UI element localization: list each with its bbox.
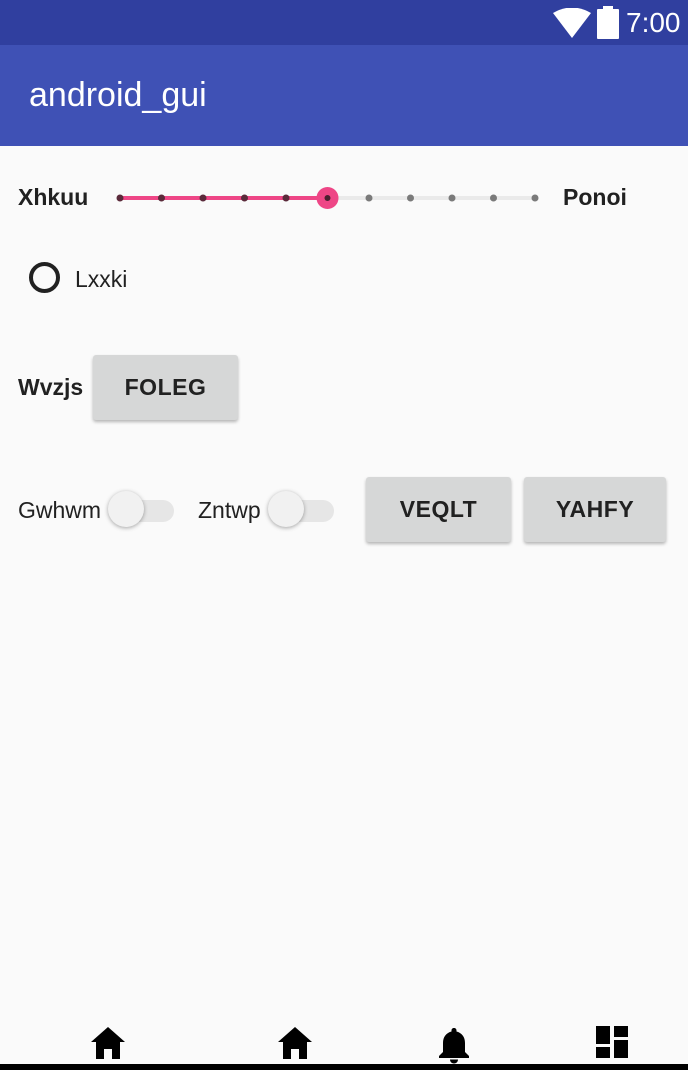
- switch2-thumb: [268, 491, 304, 527]
- seekbar-tick: [199, 194, 207, 202]
- radio-button[interactable]: [29, 262, 60, 293]
- seekbar-right-label: Ponoi: [563, 184, 627, 210]
- seekbar-tick: [448, 194, 456, 202]
- seekbar-tick: [365, 194, 373, 202]
- battery-icon: [597, 6, 619, 39]
- veqlt-button[interactable]: VEQLT: [366, 477, 511, 542]
- button-row-label: Wvzjs: [18, 374, 84, 400]
- seekbar-left-label: Xhkuu: [18, 184, 89, 210]
- dashboard-icon[interactable]: [596, 1026, 628, 1058]
- wifi-icon: [553, 8, 591, 38]
- seekbar-tick: [407, 194, 414, 202]
- switch2-label: Zntwp: [198, 497, 261, 523]
- screen: 7:00 android_gui Xhkuu Ponoi Lxxki Wvzjs…: [0, 0, 688, 1070]
- switch2-toggle[interactable]: [268, 489, 336, 529]
- switch1-toggle[interactable]: [108, 489, 176, 529]
- status-bar: 7:00: [0, 0, 688, 45]
- app-title: android_gui: [29, 76, 207, 114]
- switch1-label: Gwhwm: [18, 497, 102, 523]
- radio-label[interactable]: Lxxki: [75, 265, 127, 293]
- seekbar-tick: [241, 194, 248, 202]
- seekbar-tick: [158, 194, 165, 202]
- home-icon[interactable]: [90, 1026, 126, 1060]
- discrete-seekbar[interactable]: [105, 178, 550, 218]
- status-time: 7:00: [626, 7, 681, 38]
- nav-bar-edge: [0, 1064, 688, 1070]
- switch1-thumb: [108, 491, 144, 527]
- bell-icon[interactable]: [438, 1026, 470, 1064]
- app-bar: android_gui: [0, 45, 688, 146]
- seekbar-tick: [116, 194, 124, 202]
- seekbar-tick: [531, 194, 539, 202]
- home-icon[interactable]: [277, 1026, 313, 1060]
- yahfy-button[interactable]: YAHFY: [524, 477, 666, 542]
- seekbar-tick: [282, 194, 290, 202]
- foleg-button[interactable]: FOLEG: [93, 355, 238, 420]
- seekbar-tick: [490, 194, 497, 202]
